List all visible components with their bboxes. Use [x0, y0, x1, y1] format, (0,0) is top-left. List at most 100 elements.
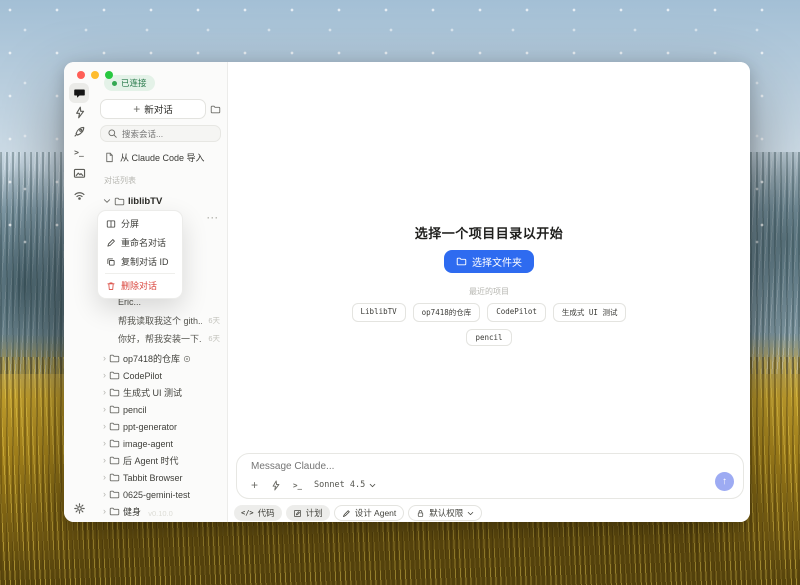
recent-project-chip[interactable]: pencil [466, 329, 511, 346]
split-screen-icon [106, 219, 116, 229]
mode-chip-code[interactable]: </> 代码 [234, 505, 282, 521]
menu-item-delete[interactable]: 删除对话 [101, 276, 179, 295]
mode-toolbar: </> 代码 计划 设计 Agent 默认权限 [234, 505, 482, 521]
folder-icon [456, 256, 467, 267]
folder-name: Tabbit Browser [123, 473, 183, 483]
folder-icon [109, 404, 120, 415]
arrow-up-icon: ↑ [722, 476, 727, 487]
spark-icon[interactable] [69, 102, 89, 122]
chevron-right-icon: › [103, 456, 106, 465]
search-input[interactable] [122, 129, 214, 139]
empty-state-title: 选择一个项目目录以开始 [228, 223, 750, 242]
chat-list-section-label: 对话列表 [104, 175, 227, 186]
screenshot-icon[interactable] [69, 163, 89, 183]
chat-title: 帮我读取我这个 gith... [118, 314, 202, 327]
folder-name: 生成式 UI 测试 [123, 386, 182, 399]
attach-plus-icon[interactable]: + [251, 479, 258, 491]
chevron-right-icon: › [103, 405, 106, 414]
plus-icon: + [133, 103, 140, 115]
lock-icon [416, 509, 425, 518]
project-folder[interactable]: › pencil [94, 401, 227, 418]
project-folder[interactable]: › 后 Agent 时代 [94, 452, 227, 469]
icon-rail: >_ [64, 62, 94, 522]
terminal-icon[interactable]: >_ [69, 142, 89, 162]
chevron-down-icon [103, 197, 111, 205]
folder-icon [109, 370, 120, 381]
recent-project-chip[interactable]: 生成式 UI 测试 [553, 303, 627, 322]
github-icon [183, 355, 191, 363]
permissions-dropdown[interactable]: 默认权限 [408, 505, 482, 521]
chat-title: 你好，帮我安装一下... [118, 332, 202, 345]
empty-state: 选择一个项目目录以开始 选择文件夹 最近的项目 LiblibTV op7418的… [228, 223, 750, 346]
document-icon [104, 152, 115, 163]
folder-name: CodePilot [123, 371, 162, 381]
mode-chip-design-agent[interactable]: 设计 Agent [334, 505, 405, 521]
chat-age: 6天 [208, 333, 220, 344]
minimize-window-button[interactable] [91, 71, 99, 79]
project-folder[interactable]: › 生成式 UI 测试 [94, 384, 227, 401]
folder-icon [109, 387, 120, 398]
mode-chip-plan[interactable]: 计划 [286, 505, 330, 521]
folder-icon [109, 489, 120, 500]
new-chat-button[interactable]: + 新对话 [100, 99, 206, 119]
chats-icon[interactable] [69, 83, 89, 103]
connection-label: 已连接 [121, 77, 147, 89]
chat-context-menu: 分屏 重命名对话 复制对话 ID 删除对话 [97, 210, 183, 299]
project-folder[interactable]: › ppt-generator [94, 418, 227, 435]
recent-project-chip[interactable]: LiblibTV [352, 303, 406, 322]
folder-name: 后 Agent 时代 [123, 454, 179, 467]
plan-icon [293, 509, 302, 518]
chat-options-icon[interactable]: ··· [207, 213, 219, 223]
message-composer: + >_ Sonnet 4.5 ↑ [236, 453, 744, 499]
folder-icon [109, 421, 120, 432]
chat-item[interactable]: 帮我读取我这个 gith... 6天 [94, 311, 227, 329]
choose-folder-button[interactable]: 选择文件夹 [444, 250, 534, 273]
chevron-right-icon: › [103, 388, 106, 397]
menu-divider [105, 273, 175, 274]
recent-projects: LiblibTV op7418的仓库 CodePilot 生成式 UI 测试 p… [339, 303, 639, 346]
chat-item[interactable]: 你好，帮我安装一下... 6天 [94, 329, 227, 347]
chevron-right-icon: › [103, 439, 106, 448]
send-button[interactable]: ↑ [715, 472, 734, 491]
message-input[interactable] [251, 461, 703, 472]
folder-name: op7418的仓库 [123, 352, 180, 365]
zoom-window-button[interactable] [105, 71, 113, 79]
window-controls [77, 71, 113, 79]
project-folder[interactable]: › Tabbit Browser [94, 469, 227, 486]
project-folder[interactable]: › image-agent [94, 435, 227, 452]
folder-icon [109, 455, 120, 466]
menu-item-split[interactable]: 分屏 [101, 214, 179, 233]
folder-icon [109, 353, 120, 364]
trash-icon [106, 281, 116, 291]
wifi-icon[interactable] [69, 185, 89, 205]
project-folder[interactable]: › 0625-gemini-test [94, 486, 227, 503]
model-name: Sonnet 4.5 [314, 480, 365, 490]
recent-project-chip[interactable]: op7418的仓库 [413, 303, 481, 322]
chevron-right-icon: › [103, 354, 106, 363]
app-version: v0.10.0 [94, 509, 227, 518]
rocket-icon[interactable] [69, 121, 89, 141]
recent-project-chip[interactable]: CodePilot [487, 303, 546, 322]
new-chat-label: 新对话 [144, 102, 173, 116]
chevron-right-icon: › [103, 371, 106, 380]
folder-name: pencil [123, 405, 147, 415]
chevron-right-icon: › [103, 422, 106, 431]
settings-gear-icon[interactable] [69, 498, 89, 518]
menu-item-rename[interactable]: 重命名对话 [101, 233, 179, 252]
copy-icon [106, 257, 116, 267]
claude-code-import[interactable]: 从 Claude Code 导入 [104, 151, 221, 164]
folder-name: 0625-gemini-test [123, 490, 190, 500]
project-folder[interactable]: › CodePilot [94, 367, 227, 384]
app-window: >_ 已连接 + 新对话 从 Clau [64, 62, 750, 522]
open-folder-icon[interactable] [210, 104, 221, 115]
project-folder[interactable]: › op7418的仓库 [94, 350, 227, 367]
recent-projects-label: 最近的项目 [228, 286, 750, 297]
pen-icon [342, 509, 351, 518]
menu-item-copy-id[interactable]: 复制对话 ID [101, 252, 179, 271]
folder-name: image-agent [123, 439, 173, 449]
spark-icon[interactable] [270, 480, 281, 491]
terminal-icon[interactable]: >_ [293, 481, 302, 490]
close-window-button[interactable] [77, 71, 85, 79]
model-selector[interactable]: Sonnet 4.5 [314, 480, 376, 490]
project-folder-liblibtv[interactable]: liblibTV [94, 193, 227, 209]
